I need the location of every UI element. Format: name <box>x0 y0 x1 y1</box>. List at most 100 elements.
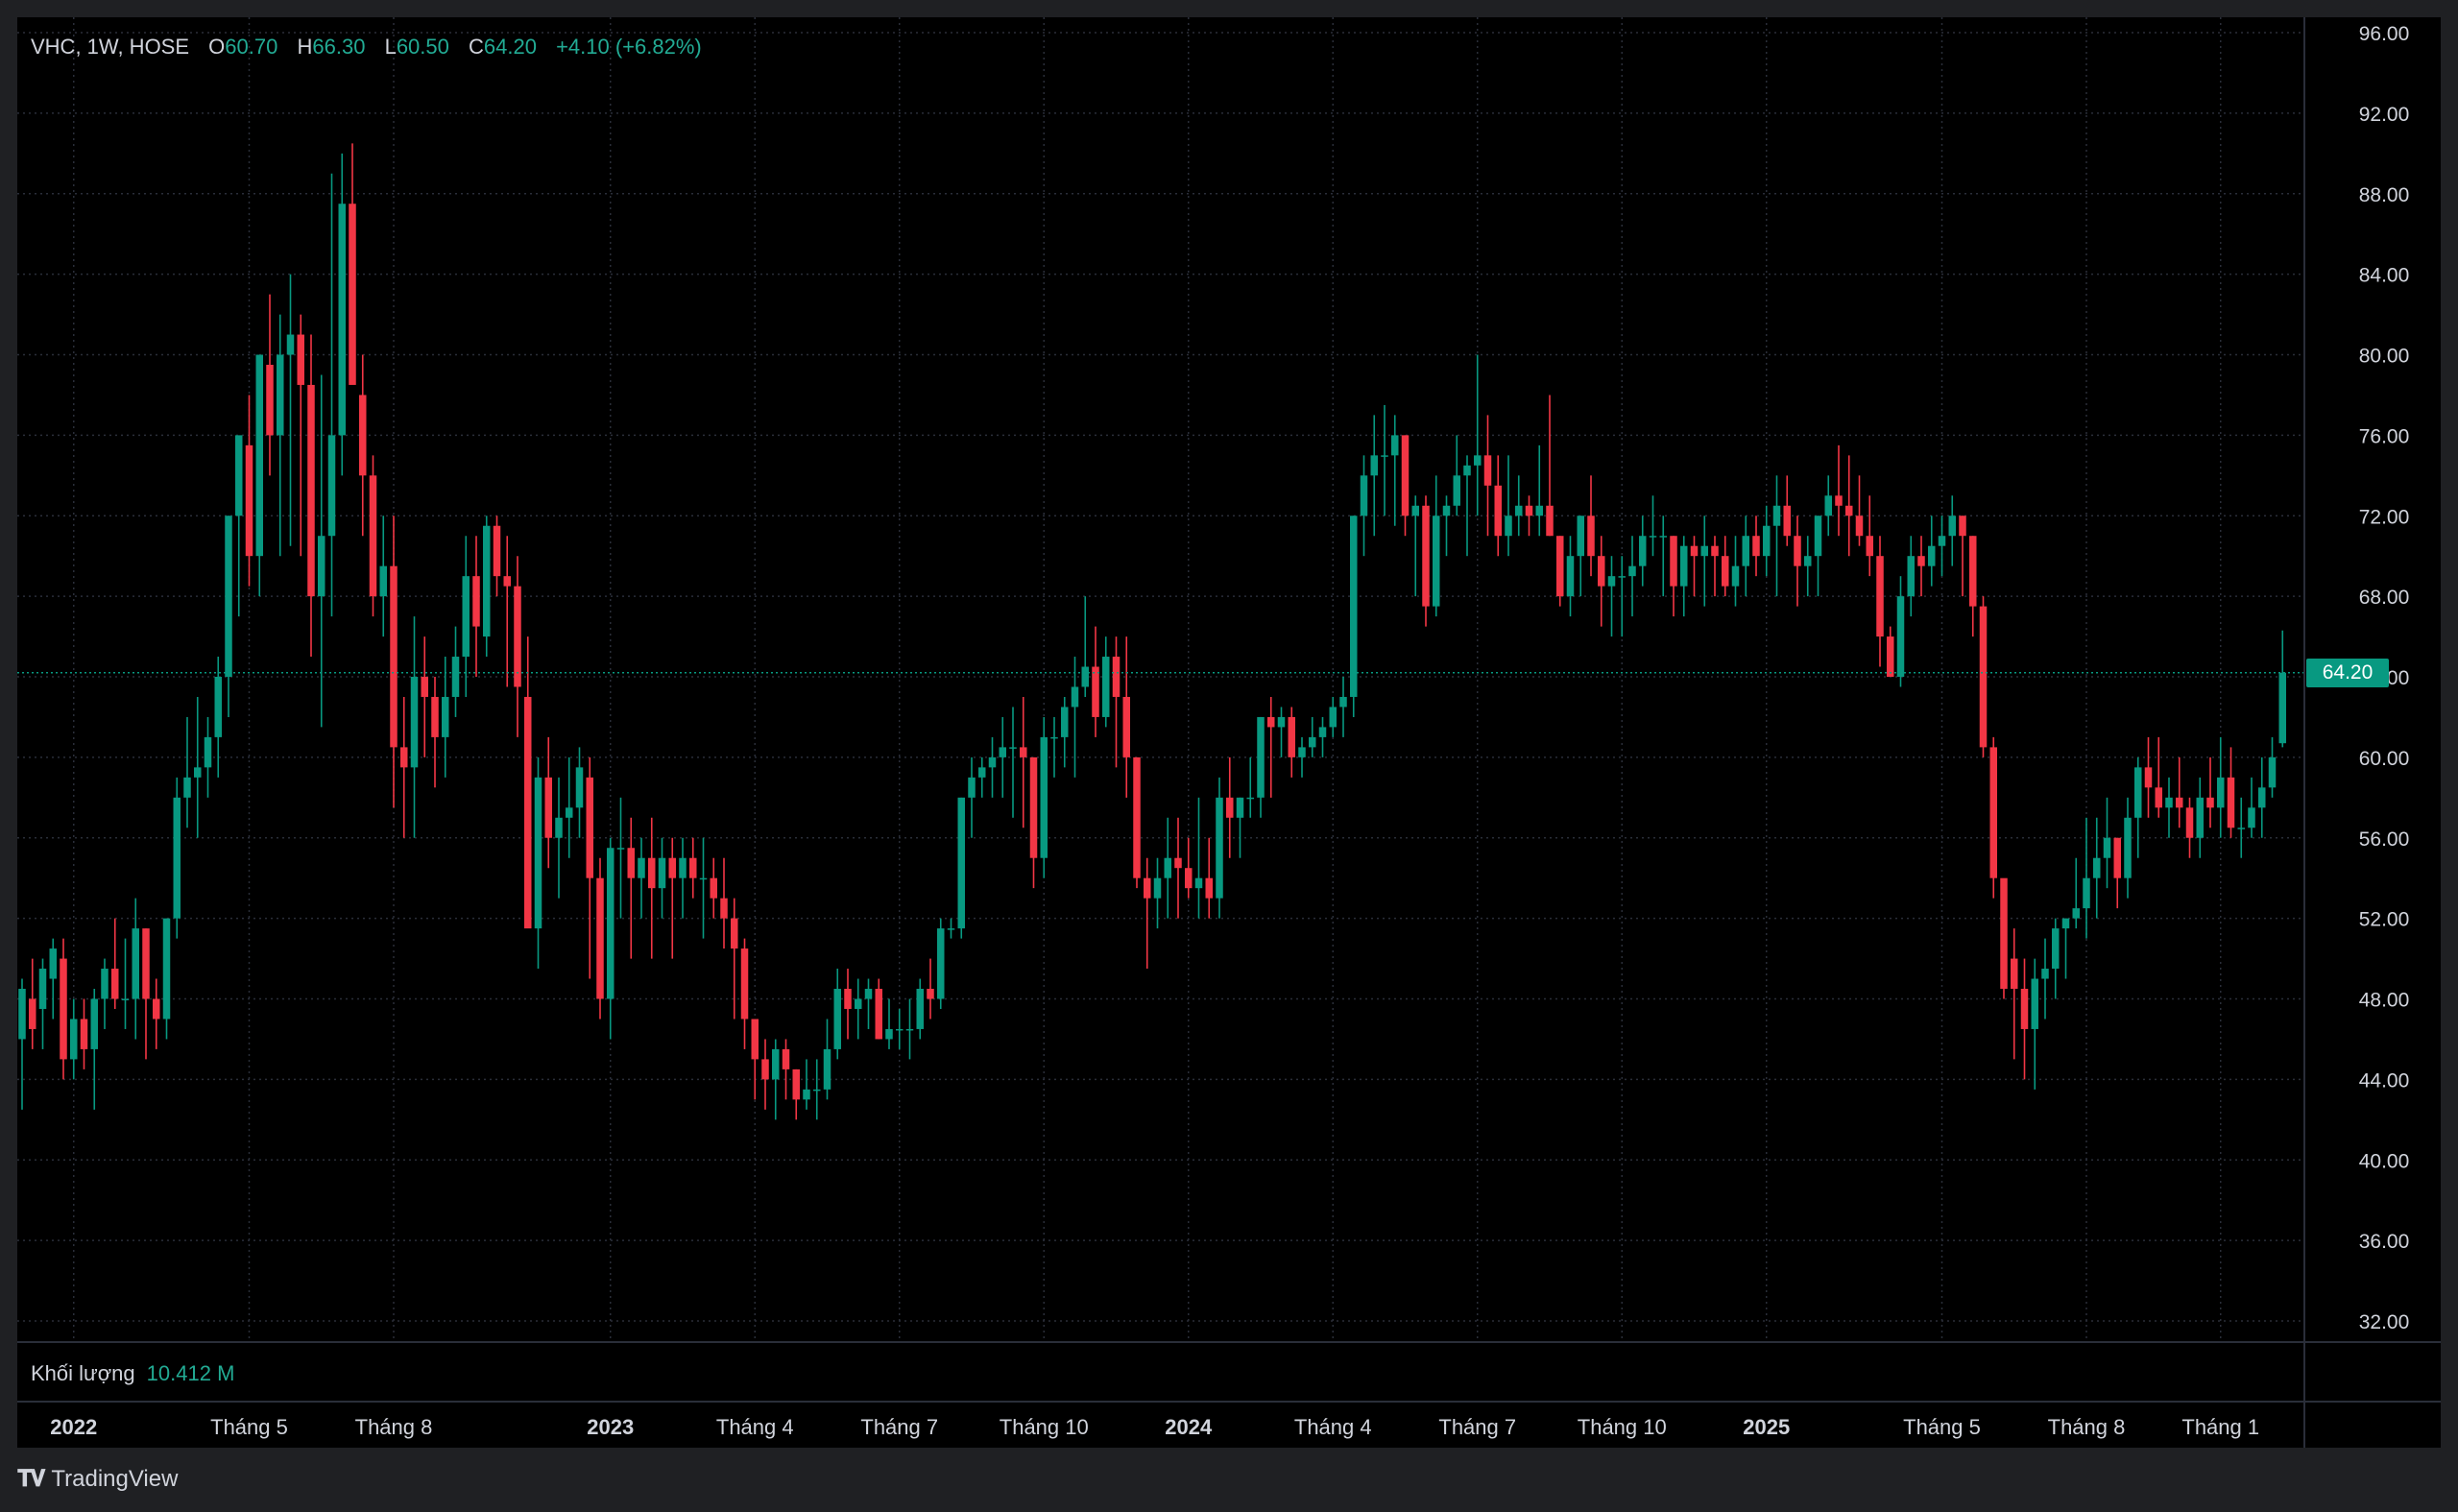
axes: 96.00 92.00 88.00 84.00 80.00 76.00 72.00 68.00… <box>17 17 2441 1448</box>
candle-body <box>1474 455 1482 466</box>
candle-body <box>658 857 666 889</box>
candle-body <box>1020 747 1027 757</box>
symbol-legend: VHC, 1W, HOSE O60.70 H66.30 L60.50 C64.2… <box>31 35 702 60</box>
candle-body <box>194 767 202 778</box>
candle-body <box>153 998 160 1020</box>
candle-body <box>1133 756 1141 878</box>
candle-body <box>1577 516 1584 557</box>
candle-body <box>225 516 232 677</box>
candle-body <box>442 696 449 737</box>
candle-body <box>1948 516 1956 537</box>
candle-body <box>978 767 986 778</box>
candle-body <box>18 989 26 1040</box>
candle-body <box>2227 777 2235 828</box>
candle-body <box>1061 707 1069 737</box>
candle-body <box>1071 686 1079 708</box>
candle-body <box>1907 556 1915 597</box>
candle-body <box>379 565 387 597</box>
candle-body <box>2072 908 2080 919</box>
brand-name: TradingView <box>51 1466 179 1492</box>
x-tick-label: Tháng 8 <box>2048 1415 2126 1439</box>
candle-body <box>29 998 36 1029</box>
candle-body <box>2278 672 2286 744</box>
candle-body <box>566 807 573 818</box>
candle-body <box>2196 797 2204 838</box>
candle-body <box>1411 505 1419 516</box>
candle-body <box>803 1089 810 1100</box>
candle-body <box>2165 797 2173 808</box>
candle-body <box>1979 606 1988 748</box>
candle-body <box>38 969 47 1009</box>
candle-body <box>1814 516 1822 557</box>
candle-body <box>2176 797 2183 808</box>
candle-body <box>1350 516 1358 697</box>
candle-body <box>740 948 749 1020</box>
y-tick-label: 56.00 <box>2359 828 2410 851</box>
candle-body <box>1112 657 1121 697</box>
candle-body <box>833 989 841 1049</box>
x-tick-label: Tháng 10 <box>1000 1415 1089 1439</box>
candle-body <box>2124 817 2132 878</box>
candle-body <box>999 747 1006 757</box>
candle-body <box>421 677 428 697</box>
candle-body <box>1928 545 1936 566</box>
tradingview-logo-icon: 𝐓𝐕 <box>17 1466 45 1492</box>
candle-body <box>1174 857 1182 869</box>
candle-body <box>90 998 98 1049</box>
candle-body <box>204 736 212 768</box>
volume-legend[interactable]: Khối lượng 10.412 M <box>31 1361 234 1386</box>
candle-body <box>318 536 325 597</box>
candle-body <box>132 928 139 999</box>
candle-body <box>1226 797 1234 818</box>
candle-body <box>1153 877 1162 899</box>
candle-body <box>1772 505 1781 526</box>
tradingview-brand[interactable]: 𝐓𝐕 TradingView <box>17 1466 178 1493</box>
candle-body <box>214 677 222 737</box>
candle-body <box>927 989 934 999</box>
candle-body <box>1598 556 1605 587</box>
candle-body <box>286 334 295 355</box>
candle-body <box>782 1048 790 1069</box>
candle-body <box>1711 545 1719 557</box>
candle-body <box>1277 716 1286 728</box>
candle-body <box>1505 516 1512 537</box>
candle-body <box>1463 465 1471 476</box>
candle-body <box>968 777 976 798</box>
candle-body <box>2052 928 2060 970</box>
x-tick-label: Tháng 1 <box>2181 1415 2259 1439</box>
candle-body <box>1628 565 1636 577</box>
low-label: L <box>384 35 397 59</box>
candle-body <box>111 969 119 999</box>
y-tick-label: 32.00 <box>2359 1311 2410 1333</box>
candle-body <box>462 576 470 658</box>
candle-body <box>1887 636 1894 677</box>
candle-body <box>905 1028 914 1031</box>
candle-body <box>101 969 108 999</box>
x-tick-label: 2022 <box>50 1415 97 1439</box>
chart-frame[interactable]: 96.00 92.00 88.00 84.00 80.00 76.00 72.00 68.00… <box>17 17 2441 1448</box>
candle-body <box>689 857 697 878</box>
candle-body <box>1783 505 1791 537</box>
candle-body <box>710 877 717 899</box>
candle-body <box>359 395 367 476</box>
candle-body <box>1164 857 1171 878</box>
y-tick-label: 92.00 <box>2359 104 2410 126</box>
x-tick-label: Tháng 7 <box>860 1415 938 1439</box>
candle-body <box>1556 536 1564 597</box>
symbol-name[interactable]: VHC, 1W, HOSE <box>31 35 189 59</box>
y-tick-label: 68.00 <box>2359 587 2410 609</box>
candle-body <box>2258 787 2266 808</box>
volume-label: Khối lượng <box>31 1361 135 1385</box>
candle-body <box>855 998 862 1009</box>
candlestick-chart[interactable]: 96.00 92.00 88.00 84.00 80.00 76.00 72.00 68.00… <box>17 17 2441 1448</box>
candle-body <box>916 989 924 1029</box>
candle-body <box>1845 505 1853 516</box>
candle-body <box>1309 736 1316 748</box>
candle-body <box>1876 556 1884 637</box>
candle-body <box>2134 767 2142 818</box>
y-tick-label: 88.00 <box>2359 184 2410 206</box>
candle-body <box>1515 505 1523 516</box>
candle-body <box>2248 807 2255 828</box>
candle-body <box>1866 536 1873 557</box>
close-value: 64.20 <box>483 35 537 59</box>
